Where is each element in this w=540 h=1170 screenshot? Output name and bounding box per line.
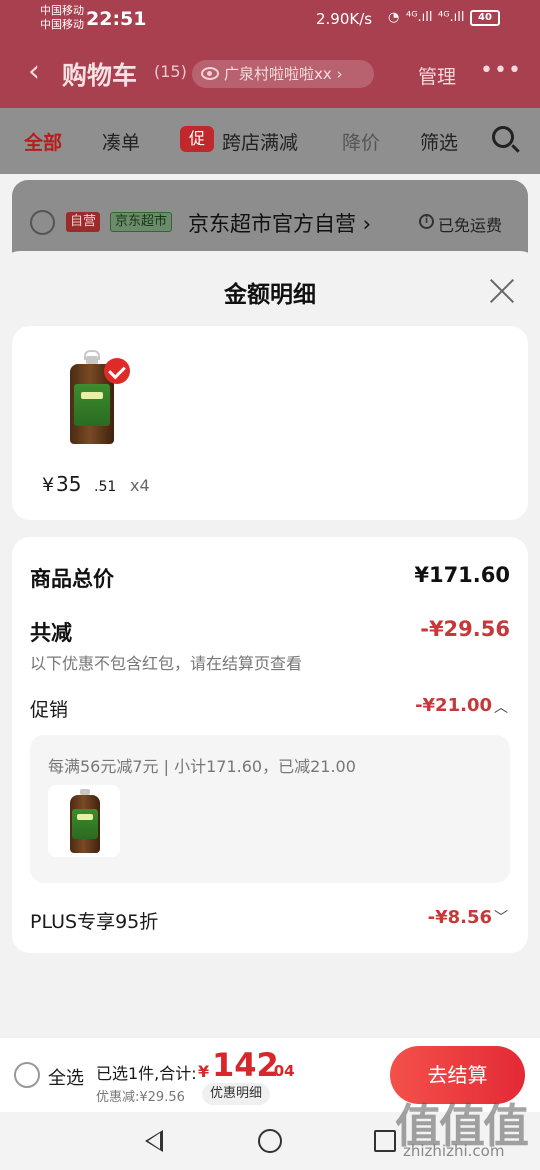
tab-filter[interactable]: 筛选 — [420, 128, 458, 155]
status-time: 22:51 — [86, 8, 147, 30]
manage-button[interactable]: 管理 — [418, 62, 456, 89]
net-speed: 2.90K/s — [316, 10, 373, 28]
carrier-labels: 中国移动 中国移动 — [40, 4, 84, 32]
carrier-1: 中国移动 — [40, 4, 84, 17]
address-selector[interactable]: 广泉村啦啦啦xx › — [192, 60, 374, 88]
chevron-down-icon[interactable]: ﹀ — [494, 907, 508, 927]
wifi-icon: ◔ — [388, 10, 400, 25]
checked-icon — [104, 358, 130, 384]
tab-all[interactable]: 全部 — [24, 128, 62, 155]
discount-note: 以下优惠不包含红包，请在结算页查看 — [30, 654, 303, 673]
search-icon[interactable] — [492, 126, 514, 148]
chevron-up-icon[interactable]: ︿ — [494, 697, 508, 717]
store-name[interactable]: 京东超市官方自营 › — [188, 208, 371, 238]
plus-discount-value[interactable]: -¥8.56 — [428, 907, 492, 928]
plus-discount-label: PLUS专享95折 — [30, 911, 159, 933]
page-title: 购物车 — [62, 61, 138, 90]
self-operated-tag: 自营 — [66, 212, 101, 232]
promotion-label: 促销 — [30, 699, 69, 721]
close-icon[interactable] — [488, 277, 516, 305]
total-price-value: ¥171.60 — [414, 563, 510, 587]
discount-label: 共减 — [30, 621, 72, 645]
cart-header: ‹ 购物车 (15) 广泉村啦啦啦xx › 管理 ••• — [0, 40, 540, 108]
battery-icon: 40 — [470, 10, 500, 26]
nav-back-icon[interactable] — [145, 1130, 163, 1152]
select-all-radio[interactable] — [14, 1062, 40, 1088]
discount-value: -¥29.56 — [420, 617, 510, 641]
watermark-site: zhizhizhi.com — [403, 1142, 505, 1160]
status-bar: 中国移动 中国移动 22:51 2.90K/s ◔ ⁴ᴳ.ıll ⁴ᴳ.ıll … — [0, 0, 540, 40]
promotion-detail-text: 每满56元减7元 | 小计171.60，已减21.00 — [48, 757, 356, 776]
nav-recents-icon[interactable] — [374, 1130, 396, 1152]
signal-icon-1: ⁴ᴳ.ıll — [406, 10, 433, 25]
info-icon: i — [419, 214, 434, 229]
promotion-detail-box: 每满56元减7元 | 小计171.60，已减21.00 — [30, 735, 510, 883]
carrier-2: 中国移动 — [40, 18, 84, 31]
promotion-product-thumbnail — [48, 785, 120, 857]
price-breakdown-card: 商品总价 ¥171.60 共减 -¥29.56 以下优惠不包含红包，请在结算页查… — [12, 537, 528, 953]
select-all-label[interactable]: 全选 — [48, 1064, 84, 1090]
jd-supermarket-tag: 京东超市 — [110, 212, 173, 232]
chevron-left-icon[interactable]: ‹ — [28, 54, 40, 89]
chevron-right-icon: › — [336, 65, 343, 83]
product-price-int: 35 — [56, 472, 82, 496]
selected-summary: 已选1件,合计: — [96, 1064, 197, 1083]
sheet-title: 金额明细 — [224, 282, 316, 308]
saved-amount: 优惠减:¥29.56 — [96, 1090, 185, 1105]
product-quantity: x4 — [130, 476, 150, 495]
watermark: 值值值 zhizhizhi.com — [395, 1090, 535, 1165]
cart-count: (15) — [154, 62, 187, 81]
tab-cross-store[interactable]: 跨店满减 — [222, 128, 298, 155]
discount-detail-button[interactable]: 优惠明细 — [202, 1083, 271, 1105]
total-symbol: ¥ — [198, 1062, 210, 1081]
nav-home-icon[interactable] — [258, 1129, 282, 1153]
product-price-symbol: ¥ — [42, 474, 55, 496]
total-amount-dec: .04 — [268, 1062, 295, 1080]
location-eye-icon — [201, 67, 219, 80]
shipping-status: 已免运费 — [438, 216, 503, 235]
address-text: 广泉村啦啦啦xx — [224, 65, 332, 83]
product-card: ¥ 35 .51 x4 — [12, 326, 528, 520]
tab-combine[interactable]: 凑单 — [102, 128, 140, 155]
promo-badge: 促 — [180, 126, 214, 152]
filter-tabs: 全部 凑单 促 跨店满减 降价 筛选 — [0, 108, 540, 174]
total-price-label: 商品总价 — [30, 567, 114, 591]
product-price-dec: .51 — [94, 479, 117, 495]
signal-icon-2: ⁴ᴳ.ıll — [438, 10, 465, 25]
amount-detail-sheet: 金额明细 ¥ 35 .51 x4 商品总价 ¥171.60 共减 -¥29.56… — [0, 251, 540, 1041]
tab-price-drop[interactable]: 降价 — [342, 128, 380, 155]
more-dots-icon[interactable]: ••• — [480, 58, 522, 83]
store-select-radio[interactable] — [30, 210, 55, 235]
promotion-value[interactable]: -¥21.00 — [415, 695, 492, 716]
